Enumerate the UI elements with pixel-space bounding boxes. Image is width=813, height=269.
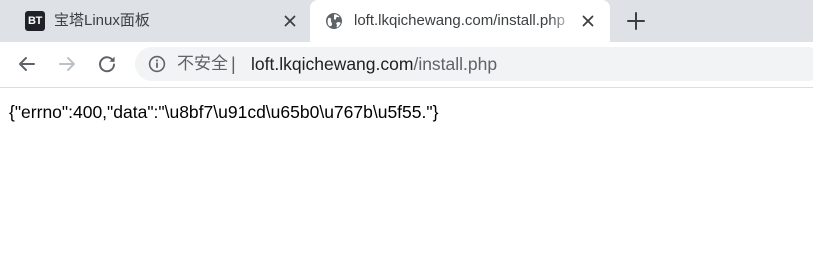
tab-install-page[interactable]: loft.lkqichewang.com/install.php xyxy=(310,0,610,42)
url-host: loft.lkqichewang.com xyxy=(251,54,414,74)
plus-icon[interactable] xyxy=(625,10,647,32)
tab-title: 宝塔Linux面板 xyxy=(54,12,150,29)
reload-icon[interactable] xyxy=(96,53,118,75)
tab-title: loft.lkqichewang.com/install.php xyxy=(354,12,565,29)
browser-toolbar: 不安全 | loft.lkqichewang.com/install.php xyxy=(0,42,813,88)
info-icon[interactable] xyxy=(148,55,166,73)
close-icon[interactable] xyxy=(580,13,596,29)
forward-arrow-icon[interactable] xyxy=(56,53,78,75)
close-icon[interactable] xyxy=(282,13,298,29)
bt-panel-icon: BT xyxy=(25,11,45,31)
tab-strip: BT 宝塔Linux面板 loft.lkqichewang.com/instal… xyxy=(0,0,813,42)
address-bar[interactable]: 不安全 | loft.lkqichewang.com/install.php xyxy=(135,47,813,81)
back-arrow-icon[interactable] xyxy=(16,53,38,75)
security-label[interactable]: 不安全 xyxy=(177,47,228,81)
json-response-text: {"errno":400,"data":"\u8bf7\u91cd\u65b0\… xyxy=(9,102,439,122)
url-text[interactable]: loft.lkqichewang.com/install.php xyxy=(251,47,497,81)
url-separator: | xyxy=(231,54,236,74)
tab-bt-panel[interactable]: BT 宝塔Linux面板 xyxy=(10,0,310,42)
globe-icon xyxy=(326,13,342,29)
url-path: /install.php xyxy=(413,54,498,74)
page-content: {"errno":400,"data":"\u8bf7\u91cd\u65b0\… xyxy=(0,88,813,124)
